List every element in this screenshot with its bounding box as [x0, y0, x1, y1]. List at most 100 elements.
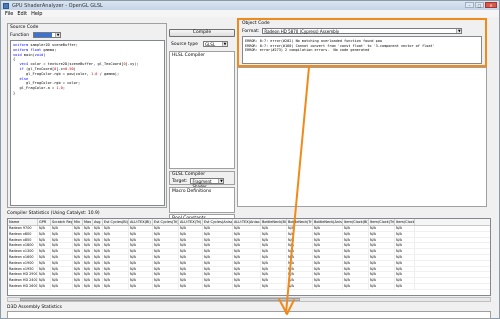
title-bar: GPU ShaderAnalyzer - OpenGL GLSL – □ ✕ [1, 1, 499, 10]
table-cell: N/A [313, 283, 343, 289]
table-cell: N/A [203, 226, 233, 231]
column-header[interactable]: ALU:TEX(Aniso) [233, 219, 261, 225]
table-cell: N/A [233, 278, 261, 283]
table-cell: N/A [369, 249, 395, 254]
table-cell: N/A [73, 272, 83, 278]
chevron-down-icon[interactable]: ▼ [456, 29, 462, 33]
table-cell: N/A [395, 278, 415, 283]
column-header[interactable]: Est Cycles(Bi) [103, 219, 129, 225]
target-select[interactable]: Fragment Shader ▼ [190, 178, 225, 189]
table-cell: N/A [179, 254, 203, 260]
table-cell: N/A [83, 266, 93, 272]
chevron-down-icon[interactable]: ▼ [55, 33, 61, 37]
compile-button[interactable]: Compile [169, 29, 235, 37]
table-header: Name GPR Scratch Reg Min Max Avg Est Cycles(Bi… [8, 219, 490, 226]
table-cell: N/A [179, 283, 203, 289]
column-header[interactable]: Est Cycles(Tri) [153, 219, 179, 225]
minimize-icon[interactable]: – [465, 2, 474, 8]
column-header[interactable]: Item/Clock(Bi) [343, 219, 369, 225]
table-cell: N/A [233, 283, 261, 289]
table-cell: N/A [343, 254, 369, 260]
chevron-down-icon[interactable]: ▼ [221, 42, 227, 46]
table-cell: N/A [179, 266, 203, 272]
column-header[interactable]: BottleNeck(Tri) [287, 219, 313, 225]
table-cell: N/A [233, 254, 261, 260]
table-cell: N/A [395, 226, 415, 231]
column-header[interactable]: ALU:TEX(Bi) [129, 219, 153, 225]
chevron-down-icon[interactable]: ▼ [218, 179, 224, 183]
close-icon[interactable]: ✕ [485, 2, 497, 8]
table-cell: N/A [395, 272, 415, 278]
column-header[interactable]: Est Cycles(Aniso) [203, 219, 233, 225]
format-select[interactable]: Radeon HD 5870 (Cypress) Assembly ▼ [262, 28, 463, 34]
table-cell: N/A [313, 272, 343, 278]
table-cell: N/A [261, 237, 287, 243]
column-header[interactable]: Name [8, 219, 38, 225]
column-header[interactable]: Scratch Reg [51, 219, 73, 225]
column-header[interactable]: Item/Clock(Tri) [369, 219, 395, 225]
table-cell: N/A [395, 254, 415, 260]
column-header[interactable]: Item/Clock [395, 219, 415, 225]
menu-edit[interactable]: Edit [17, 11, 27, 17]
table-cell: N/A [369, 254, 395, 260]
horizontal-scrollbar[interactable] [7, 297, 491, 302]
maximize-icon[interactable]: □ [475, 2, 484, 8]
table-cell: N/A [179, 278, 203, 283]
table-cell: N/A [73, 278, 83, 283]
table-cell: N/A [203, 254, 233, 260]
menu-file[interactable]: File [5, 11, 13, 17]
table-cell: N/A [233, 249, 261, 254]
table-cell: N/A [369, 260, 395, 266]
macro-definitions-group[interactable]: Macro Definitions [169, 187, 235, 213]
table-cell: N/A [203, 278, 233, 283]
table-cell: Radeon x1900 [8, 260, 38, 266]
table-cell: N/A [73, 237, 83, 243]
column-header[interactable]: BottleNeck(Aniso) [313, 219, 343, 225]
hlsl-compiler-group: HLSL Compiler [169, 51, 235, 169]
glsl-compiler-label: GLSL Compiler [172, 172, 206, 177]
table-cell: N/A [179, 249, 203, 254]
table-cell: N/A [343, 283, 369, 289]
table-cell: N/A [261, 278, 287, 283]
table-row[interactable]: Radeon HD 2600 N/A N/A N/A N/A N/A N/A N/A N/A N/… [8, 283, 490, 290]
table-cell: N/A [38, 283, 51, 289]
table-cell: N/A [153, 231, 179, 237]
object-code-area [237, 67, 487, 207]
table-body: Radeon 9700 N/A N/A N/A N/A N/A N/A N/A N/A N/A N/… [8, 226, 490, 290]
table-cell: N/A [129, 249, 153, 254]
table-cell: N/A [369, 266, 395, 272]
source-type-value: GLSL [204, 42, 216, 47]
table-cell: N/A [287, 237, 313, 243]
source-type-select[interactable]: GLSL ▼ [202, 41, 228, 47]
table-cell: N/A [38, 249, 51, 254]
source-type-label: Source type [171, 41, 198, 47]
column-header[interactable]: ALU:TEX(Tri) [179, 219, 203, 225]
table-cell: N/A [129, 254, 153, 260]
table-cell: N/A [103, 226, 129, 231]
table-cell: N/A [343, 243, 369, 249]
scrollbar-thumb[interactable] [20, 298, 300, 301]
column-header[interactable]: Min [73, 219, 83, 225]
table-cell: N/A [179, 231, 203, 237]
table-cell: N/A [103, 243, 129, 249]
table-cell: N/A [313, 226, 343, 231]
function-selection-highlight [34, 33, 53, 37]
table-cell: N/A [313, 249, 343, 254]
table-cell: N/A [93, 283, 103, 289]
column-header[interactable]: Max [83, 219, 93, 225]
function-select[interactable]: ▼ [33, 32, 62, 38]
table-cell: N/A [395, 260, 415, 266]
table-cell: N/A [343, 266, 369, 272]
table-cell: N/A [395, 283, 415, 289]
object-code-output[interactable]: ERROR: 0:7: error(#202) No matching over… [242, 36, 482, 64]
table-cell: N/A [287, 254, 313, 260]
column-header[interactable]: GPR [38, 219, 51, 225]
source-code-editor[interactable]: uniform sampler2D sceneBuffer; uniform fl… [10, 40, 165, 206]
table-cell: N/A [38, 254, 51, 260]
table-cell: N/A [129, 260, 153, 266]
table-cell: N/A [179, 243, 203, 249]
column-header[interactable]: BottleNeck(Bi) [261, 219, 287, 225]
menu-help[interactable]: Help [31, 11, 42, 17]
column-header[interactable]: Avg [93, 219, 103, 225]
table-cell: N/A [203, 260, 233, 266]
